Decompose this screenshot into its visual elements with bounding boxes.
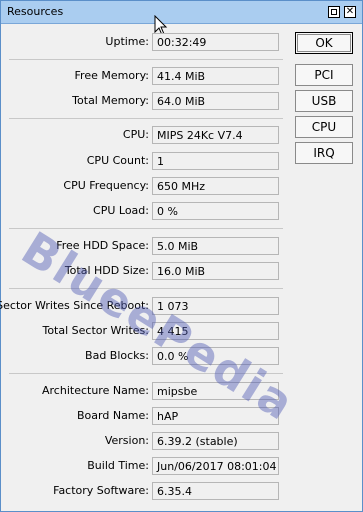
resources-window: Resources ✕ Uptime: 00:32:49 Free Memory… xyxy=(0,0,363,512)
pci-button[interactable]: PCI xyxy=(295,64,353,86)
architecture-row: Architecture Name: mipsbe xyxy=(3,382,285,400)
cpu-count-field[interactable]: 1 xyxy=(152,152,279,170)
free-memory-label: Free Memory: xyxy=(74,69,149,82)
build-time-row: Build Time: Jun/06/2017 08:01:04 xyxy=(3,457,285,475)
factory-software-field[interactable]: 6.35.4 xyxy=(152,482,279,500)
close-icon[interactable]: ✕ xyxy=(344,6,356,18)
irq-button[interactable]: IRQ xyxy=(295,142,353,164)
free-memory-field[interactable]: 41.4 MiB xyxy=(152,67,279,85)
board-name-field[interactable]: hAP xyxy=(152,407,279,425)
total-sector-writes-field[interactable]: 4 415 xyxy=(152,322,279,340)
cpu-load-label: CPU Load: xyxy=(93,204,149,217)
separator xyxy=(9,288,283,289)
separator xyxy=(9,228,283,229)
version-row: Version: 6.39.2 (stable) xyxy=(3,432,285,450)
board-name-row: Board Name: hAP xyxy=(3,407,285,425)
separator xyxy=(9,59,283,60)
sector-writes-since-reboot-row: Sector Writes Since Reboot: 1 073 xyxy=(0,297,285,315)
cpu-frequency-field[interactable]: 650 MHz xyxy=(152,177,279,195)
total-sector-writes-label: Total Sector Writes: xyxy=(42,324,149,337)
total-memory-label: Total Memory: xyxy=(72,94,149,107)
separator xyxy=(9,118,283,119)
sector-writes-since-reboot-field[interactable]: 1 073 xyxy=(152,297,279,315)
total-hdd-field[interactable]: 16.0 MiB xyxy=(152,262,279,280)
architecture-field[interactable]: mipsbe xyxy=(152,382,279,400)
build-time-label: Build Time: xyxy=(87,459,149,472)
cpu-label: CPU: xyxy=(122,128,149,141)
cpu-field[interactable]: MIPS 24Kc V7.4 xyxy=(152,126,279,144)
window-title: Resources xyxy=(7,5,64,18)
uptime-label: Uptime: xyxy=(105,35,149,48)
total-hdd-label: Total HDD Size: xyxy=(64,264,149,277)
total-memory-row: Total Memory: 64.0 MiB xyxy=(3,92,285,110)
uptime-row: Uptime: 00:32:49 xyxy=(3,33,285,51)
bad-blocks-label: Bad Blocks: xyxy=(85,349,149,362)
ok-button[interactable]: OK xyxy=(295,32,353,54)
usb-button[interactable]: USB xyxy=(295,90,353,112)
factory-software-row: Factory Software: 6.35.4 xyxy=(3,482,285,500)
cpu-count-row: CPU Count: 1 xyxy=(3,152,285,170)
bad-blocks-row: Bad Blocks: 0.0 % xyxy=(3,347,285,365)
separator xyxy=(9,373,283,374)
cpu-count-label: CPU Count: xyxy=(86,154,149,167)
uptime-field[interactable]: 00:32:49 xyxy=(152,33,279,51)
cpu-button[interactable]: CPU xyxy=(295,116,353,138)
free-memory-row: Free Memory: 41.4 MiB xyxy=(3,67,285,85)
total-sector-writes-row: Total Sector Writes: 4 415 xyxy=(3,322,285,340)
board-name-label: Board Name: xyxy=(77,409,149,422)
cpu-load-field[interactable]: 0 % xyxy=(152,202,279,220)
cpu-load-row: CPU Load: 0 % xyxy=(3,202,285,220)
free-hdd-field[interactable]: 5.0 MiB xyxy=(152,237,279,255)
cpu-frequency-row: CPU Frequency: 650 MHz xyxy=(3,177,285,195)
free-hdd-label: Free HDD Space: xyxy=(56,239,149,252)
version-label: Version: xyxy=(104,434,149,447)
cpu-row: CPU: MIPS 24Kc V7.4 xyxy=(3,126,285,144)
restore-icon[interactable] xyxy=(328,6,340,18)
sector-writes-since-reboot-label: Sector Writes Since Reboot: xyxy=(0,299,149,312)
cpu-frequency-label: CPU Frequency: xyxy=(63,179,149,192)
factory-software-label: Factory Software: xyxy=(53,484,149,497)
free-hdd-row: Free HDD Space: 5.0 MiB xyxy=(3,237,285,255)
resources-panel: Uptime: 00:32:49 Free Memory: 41.4 MiB T… xyxy=(0,25,285,509)
build-time-field[interactable]: Jun/06/2017 08:01:04 xyxy=(152,457,279,475)
version-field[interactable]: 6.39.2 (stable) xyxy=(152,432,279,450)
total-memory-field[interactable]: 64.0 MiB xyxy=(152,92,279,110)
bad-blocks-field[interactable]: 0.0 % xyxy=(152,347,279,365)
title-bar[interactable]: Resources ✕ xyxy=(1,1,362,24)
architecture-label: Architecture Name: xyxy=(42,384,149,397)
total-hdd-row: Total HDD Size: 16.0 MiB xyxy=(3,262,285,280)
